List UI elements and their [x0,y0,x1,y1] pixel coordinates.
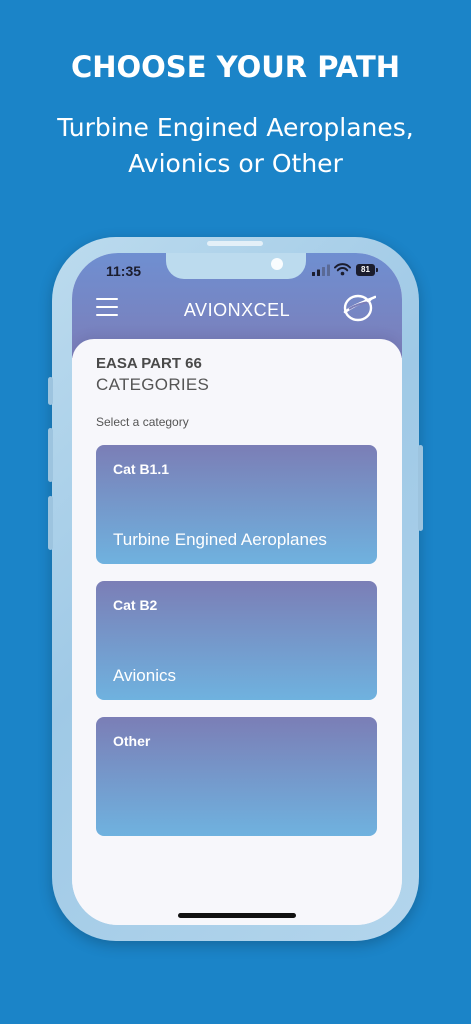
category-card-b1-1[interactable]: Cat B1.1 Turbine Engined Aeroplanes [96,445,377,564]
status-icons: 81 [312,263,382,278]
category-description: Turbine Engined Aeroplanes [113,530,327,549]
battery-icon: 81 [356,264,375,276]
category-code: Cat B2 [113,597,158,613]
category-card-b2[interactable]: Cat B2 Avionics [96,581,377,700]
phone-power-button [418,445,423,531]
section-title: EASA PART 66 [96,355,202,372]
signal-icon [312,264,330,276]
battery-tip [376,268,378,272]
status-time: 11:35 [106,263,142,279]
section-subtitle: CATEGORIES [96,375,210,394]
promo-subtitle-line-2: Avionics or Other [128,149,343,178]
plane-globe-logo-icon[interactable] [342,293,376,323]
camera-icon [271,258,283,270]
category-card-other[interactable]: Other [96,717,377,836]
category-code: Other [113,733,151,749]
phone-speaker [207,241,263,246]
phone-notch [166,253,306,279]
home-indicator[interactable] [178,913,296,918]
category-code: Cat B1.1 [113,461,170,477]
promo-subtitle: Turbine Engined Aeroplanes, Avionics or … [20,110,451,182]
promo-subtitle-line-1: Turbine Engined Aeroplanes, [57,113,414,142]
phone-volume-up-button [48,428,53,482]
wifi-icon [334,263,351,276]
phone-screen: 11:35 81 AVIONXCEL EASA PART 66 CATEGORI… [72,253,402,925]
promo-title: CHOOSE YOUR PATH [70,50,401,84]
select-category-hint: Select a category [96,415,189,429]
phone-volume-down-button [48,496,53,550]
category-description: Avionics [113,666,176,685]
phone-mute-switch [48,377,53,405]
